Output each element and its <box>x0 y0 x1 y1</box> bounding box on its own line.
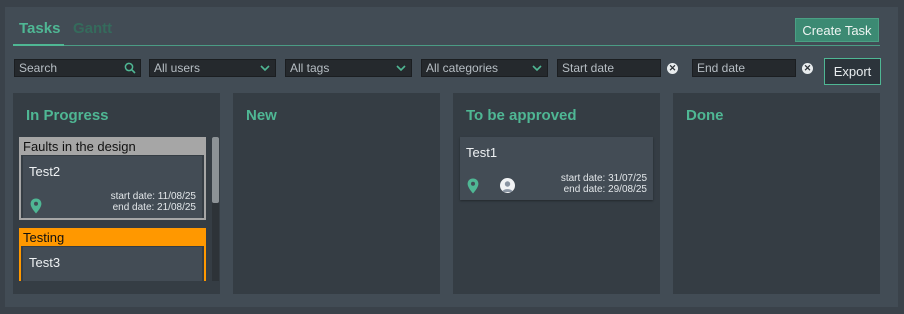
categories-select-value: All categories <box>426 61 499 75</box>
clear-end-date-button[interactable]: ✕ <box>802 63 813 74</box>
task-group-testing[interactable]: Testing Test3 <box>19 228 206 281</box>
column-title: To be approved <box>466 107 577 124</box>
export-button[interactable]: Export <box>824 58 881 85</box>
chevron-down-icon <box>396 65 406 72</box>
start-date-placeholder: Start date <box>562 61 615 75</box>
tags-select-value: All tags <box>290 61 330 75</box>
clear-start-date-button[interactable]: ✕ <box>667 63 678 74</box>
task-card-test1[interactable]: Test1 start date: 31/07/25 end date: 29/… <box>460 137 653 200</box>
location-pin-icon[interactable] <box>467 178 479 194</box>
close-icon: ✕ <box>668 63 677 73</box>
task-end-date: end date: 29/08/25 <box>563 184 647 195</box>
create-task-button[interactable]: Create Task <box>795 18 879 42</box>
location-pin-icon[interactable] <box>30 198 42 214</box>
tab-gantt[interactable]: Gantt <box>73 20 112 37</box>
group-header: Testing <box>21 230 204 246</box>
task-card-test2[interactable]: Test2 start date: 11/08/25 end date: 21/… <box>23 156 202 218</box>
end-date-placeholder: End date <box>697 61 746 75</box>
end-date-input[interactable]: End date <box>692 59 796 77</box>
column-title: In Progress <box>26 107 109 124</box>
task-dates: start date: 31/07/25 end date: 29/08/25 <box>561 173 647 195</box>
tabs-divider <box>13 45 880 46</box>
chevron-down-icon <box>260 65 270 72</box>
close-icon: ✕ <box>803 63 812 73</box>
column-new: New <box>233 93 440 294</box>
task-end-date: end date: 21/08/25 <box>112 202 196 213</box>
column-done: Done <box>673 93 880 294</box>
user-avatar-icon[interactable] <box>500 178 515 193</box>
task-card-test3[interactable]: Test3 <box>23 247 202 281</box>
start-date-input[interactable]: Start date <box>557 59 661 77</box>
task-title: Test3 <box>29 255 61 270</box>
chevron-down-icon <box>532 65 542 72</box>
tags-select[interactable]: All tags <box>285 59 412 77</box>
group-header: Faults in the design <box>21 139 204 155</box>
search-placeholder: Search <box>19 61 58 75</box>
task-start-date: start date: 31/07/25 <box>560 173 647 184</box>
categories-select[interactable]: All categories <box>421 59 548 77</box>
column-title: Done <box>686 107 724 124</box>
task-dates: start date: 11/08/25 end date: 21/08/25 <box>111 191 196 213</box>
scrollbar-thumb[interactable] <box>212 137 219 203</box>
column-title: New <box>246 107 277 124</box>
tab-tasks[interactable]: Tasks <box>19 20 60 37</box>
task-title: Test1 <box>466 145 498 160</box>
search-icon[interactable] <box>124 62 136 74</box>
task-group-faults-in-the-design[interactable]: Faults in the design Test2 start date: 1… <box>19 137 206 220</box>
search-input[interactable]: Search <box>14 59 141 77</box>
users-select[interactable]: All users <box>149 59 276 77</box>
app-window: Tasks Gantt Create Task Search All users… <box>0 0 904 314</box>
task-title: Test2 <box>29 164 61 179</box>
users-select-value: All users <box>154 61 201 75</box>
task-start-date: start date: 11/08/25 <box>110 191 196 202</box>
